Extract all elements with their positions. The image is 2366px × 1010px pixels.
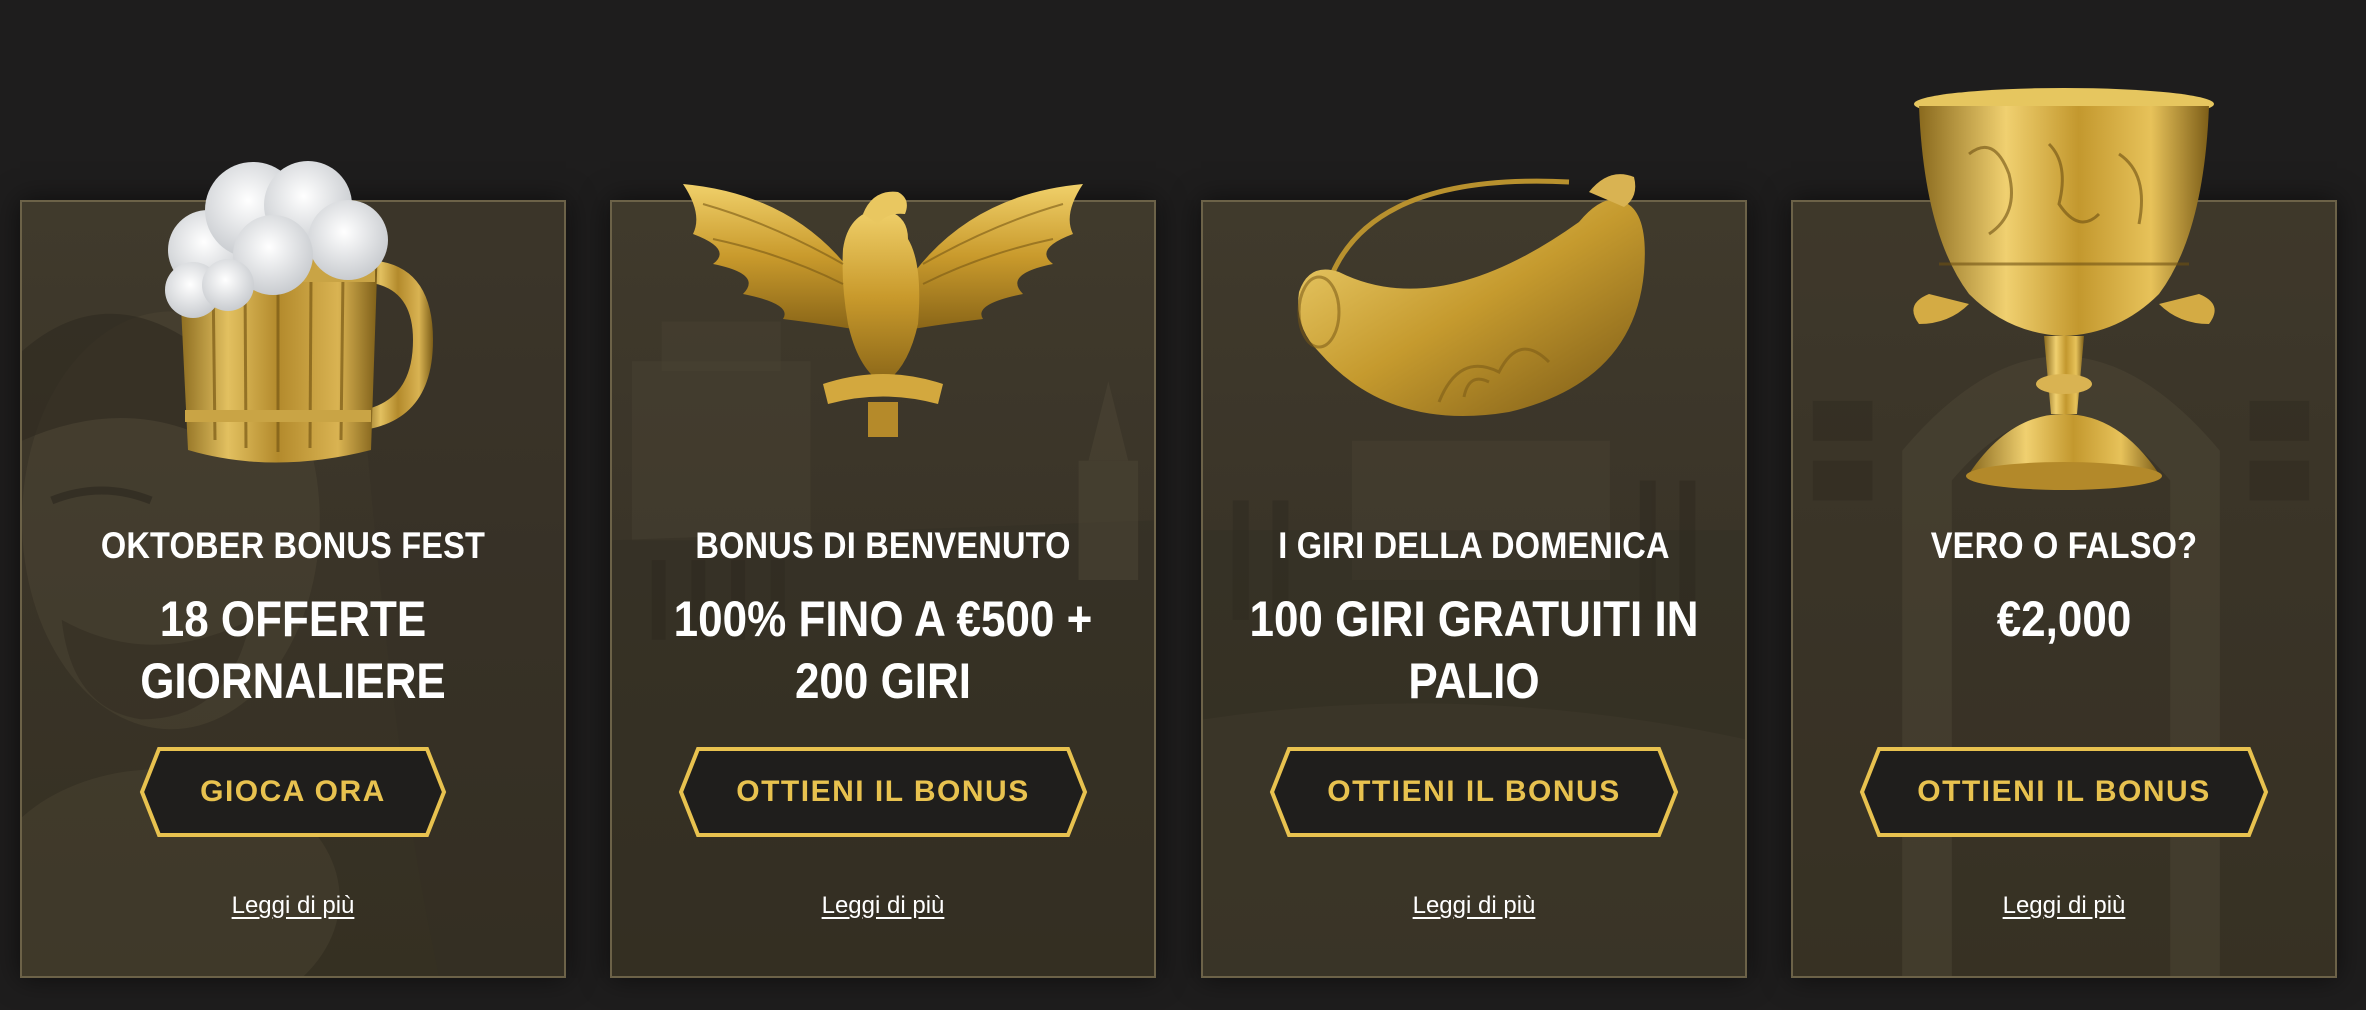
card-title-line: 18 OFFERTE: [159, 591, 427, 647]
card-title-line: 200 GIRI: [794, 653, 972, 709]
promo-card-welcome-bonus: BONUS DI BENVENUTO 100% FINO A €500 + 20…: [610, 184, 1156, 978]
card-title-line: GIORNALIERE: [140, 653, 446, 709]
read-more-link[interactable]: Leggi di più: [822, 892, 945, 919]
card-title: 100 GIRI GRATUITI IN PALIO: [1244, 588, 1703, 712]
play-now-button[interactable]: GIOCA ORA: [139, 746, 447, 838]
card-title: 18 OFFERTE GIORNALIERE: [63, 588, 522, 712]
card-subtitle: OKTOBER BONUS FEST: [100, 525, 486, 566]
button-label: OTTIENI IL BONUS: [736, 775, 1030, 808]
card-title-line: PALIO: [1408, 653, 1540, 709]
card-title-line: 100 GIRI GRATUITI IN: [1249, 591, 1699, 647]
read-more-link-wrapper: Leggi di più: [1793, 892, 2335, 920]
get-bonus-button[interactable]: OTTIENI IL BONUS: [678, 746, 1088, 838]
card-subtitle: I GIRI DELLA DOMENICA: [1278, 525, 1670, 566]
promo-card-true-or-false: VERO O FALSO? €2,000 OTTIENI IL BONUS Le…: [1791, 88, 2337, 978]
button-label: OTTIENI IL BONUS: [1917, 775, 2211, 808]
get-bonus-button[interactable]: OTTIENI IL BONUS: [1859, 746, 2269, 838]
card-title-line: €2,000: [1996, 591, 2132, 647]
read-more-link[interactable]: Leggi di più: [1413, 892, 1536, 919]
read-more-link-wrapper: Leggi di più: [22, 892, 564, 920]
card-subtitle: VERO O FALSO?: [1930, 525, 2198, 566]
promo-card-oktober-bonus-fest: OKTOBER BONUS FEST 18 OFFERTE GIORNALIER…: [20, 161, 566, 978]
card-title-line: 100% FINO A €500 +: [673, 591, 1093, 647]
promo-card-sunday-spins: I GIRI DELLA DOMENICA 100 GIRI GRATUITI …: [1201, 174, 1747, 978]
get-bonus-button[interactable]: OTTIENI IL BONUS: [1269, 746, 1679, 838]
read-more-link[interactable]: Leggi di più: [232, 892, 355, 919]
card-title: €2,000: [1834, 588, 2293, 650]
card-subtitle: BONUS DI BENVENUTO: [695, 525, 1071, 566]
read-more-link-wrapper: Leggi di più: [1203, 892, 1745, 920]
read-more-link-wrapper: Leggi di più: [612, 892, 1154, 920]
button-label: OTTIENI IL BONUS: [1327, 775, 1621, 808]
card-title: 100% FINO A €500 + 200 GIRI: [653, 588, 1112, 712]
read-more-link[interactable]: Leggi di più: [2003, 892, 2126, 919]
promotions-cards-row: OKTOBER BONUS FEST 18 OFFERTE GIORNALIER…: [0, 0, 2366, 1010]
button-label: GIOCA ORA: [200, 775, 386, 808]
